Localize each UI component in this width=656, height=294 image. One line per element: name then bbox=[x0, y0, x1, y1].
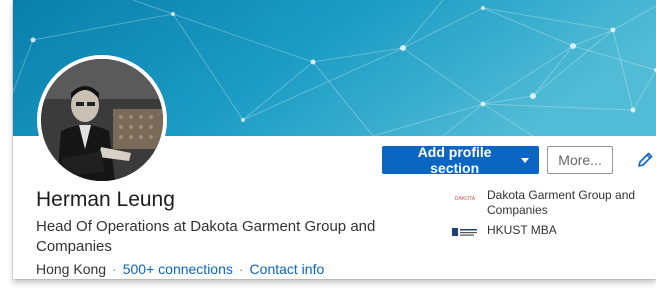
side-item-label: Dakota Garment Group and Companies bbox=[487, 188, 636, 217]
profile-side-summary: DAKOTA Dakota Garment Group and Companie… bbox=[450, 188, 650, 244]
meta-separator: · bbox=[238, 261, 244, 277]
profile-location: Hong Kong bbox=[36, 261, 107, 277]
side-item-education[interactable]: HKUST MBA bbox=[450, 223, 650, 239]
connections-link[interactable]: 500+ connections bbox=[123, 261, 233, 277]
meta-separator: · bbox=[112, 261, 117, 277]
profile-name: Herman Leung bbox=[36, 188, 175, 211]
add-profile-section-label: Add profile section bbox=[417, 144, 492, 176]
more-button[interactable]: More... bbox=[547, 146, 613, 174]
dakota-logo: DAKOTA bbox=[450, 190, 480, 204]
hkust-logo bbox=[450, 225, 480, 239]
side-item-company[interactable]: DAKOTA Dakota Garment Group and Companie… bbox=[450, 188, 650, 218]
caret-down-icon bbox=[521, 157, 530, 163]
add-profile-section-button[interactable]: Add profile section bbox=[382, 144, 540, 176]
profile-meta: Hong Kong · 500+ connections · Contact i… bbox=[36, 261, 324, 277]
profile-headline: Head Of Operations at Dakota Garment Gro… bbox=[36, 218, 376, 255]
pencil-icon[interactable] bbox=[635, 149, 656, 171]
profile-card: Add profile section More... Herman Leung… bbox=[13, 0, 656, 279]
profile-actions: Add profile section More... bbox=[382, 144, 656, 176]
dakota-logo-text: DAKOTA bbox=[455, 196, 476, 202]
side-item-label: HKUST MBA bbox=[487, 223, 557, 237]
profile-avatar[interactable] bbox=[37, 55, 167, 185]
contact-info-link[interactable]: Contact info bbox=[250, 261, 325, 277]
